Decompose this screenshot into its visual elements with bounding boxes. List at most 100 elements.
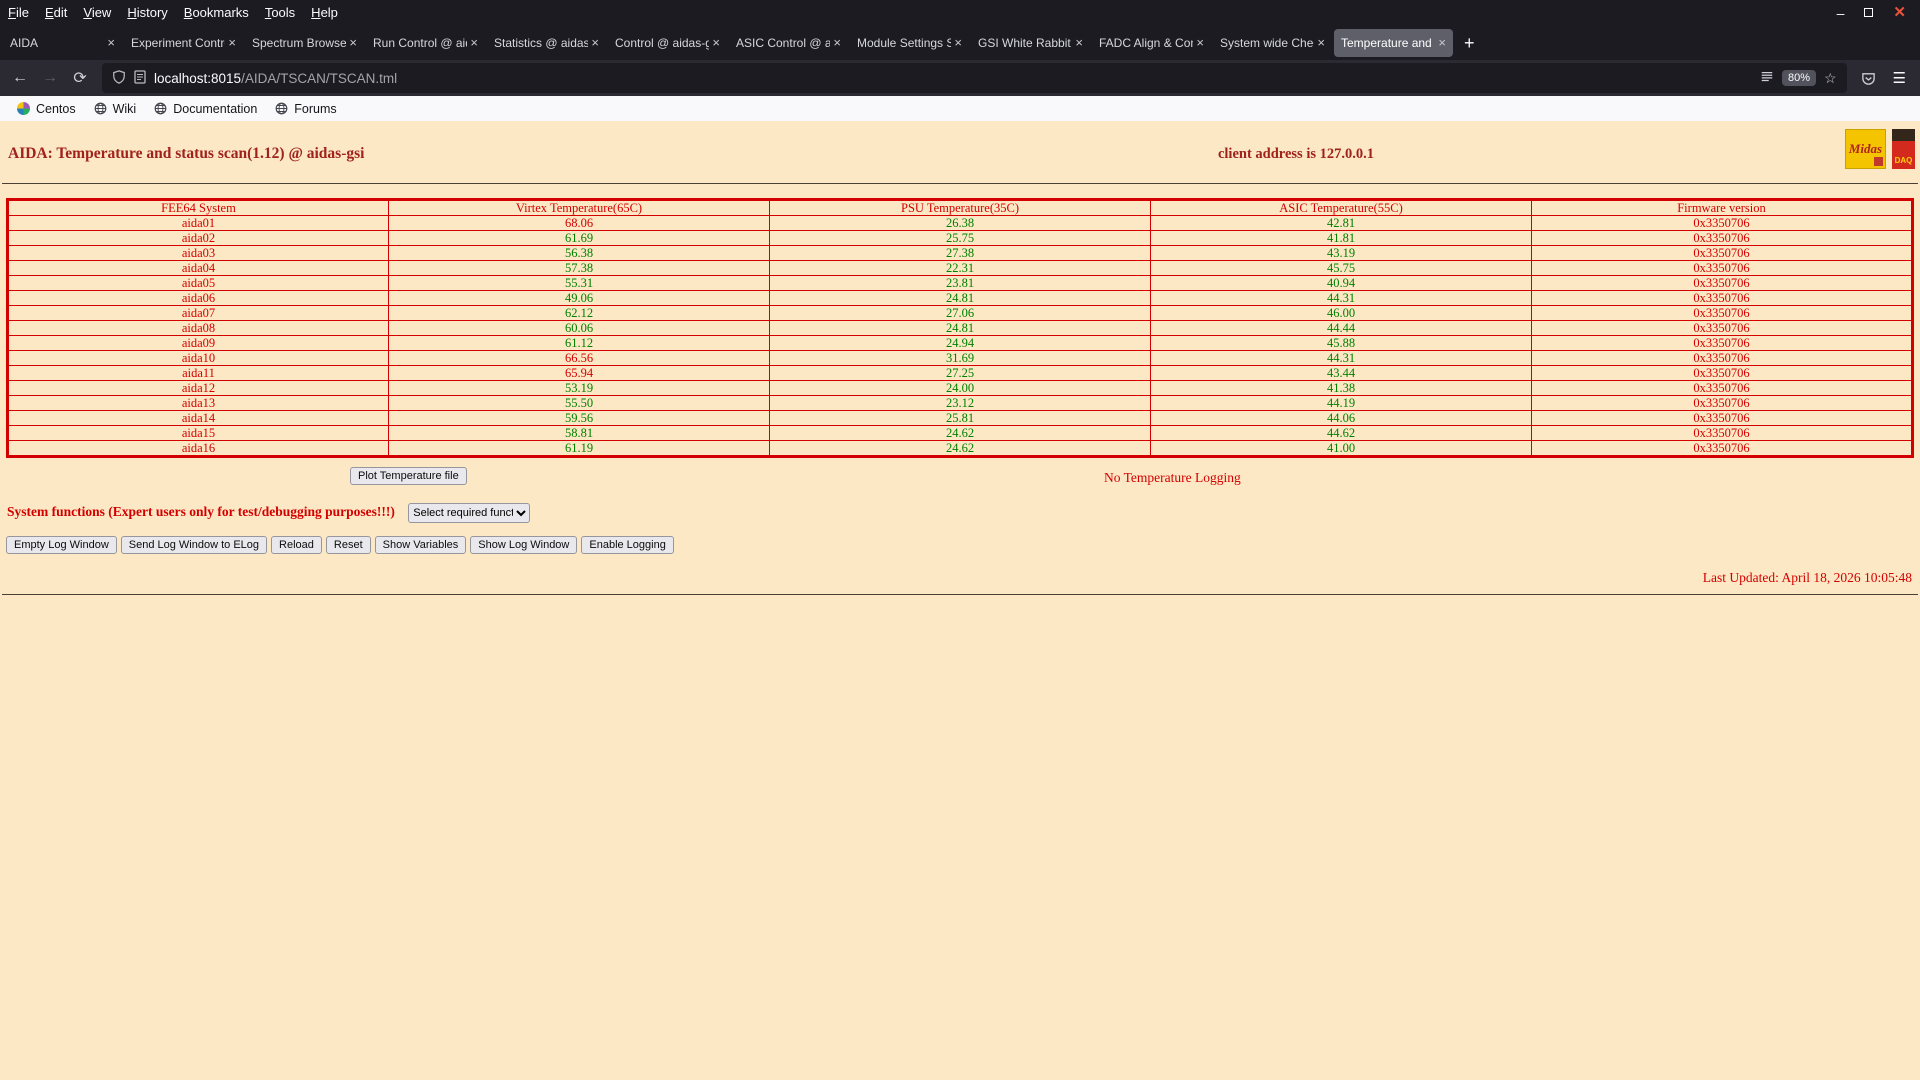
plot-temperature-file-button[interactable]: Plot Temperature file (350, 467, 467, 485)
action-buttons: Empty Log Window Send Log Window to ELog R… (6, 536, 1920, 554)
reload-button[interactable]: Reload (271, 536, 322, 554)
tab-label: Spectrum Browser (252, 35, 347, 50)
tab-label: Statistics @ aidas (494, 35, 589, 50)
forward-button[interactable]: → (36, 64, 64, 92)
globe-icon (275, 102, 288, 115)
tab-close-icon[interactable]: × (349, 35, 357, 50)
empty-log-window-button[interactable]: Empty Log Window (6, 536, 117, 554)
menu-view[interactable]: View (75, 5, 119, 20)
midas-logo: Midas (1845, 129, 1886, 169)
menu-edit[interactable]: Edit (37, 5, 75, 20)
tab-gsi-white-rabbit-t[interactable]: GSI White Rabbit T × (971, 29, 1090, 57)
table-row: aida15 58.81 24.62 44.62 0x3350706 (7, 425, 1913, 441)
asic-temperature: 43.19 (1150, 245, 1532, 261)
tab-spectrum-browser[interactable]: Spectrum Browser × (245, 29, 364, 57)
asic-temperature: 41.38 (1150, 380, 1532, 396)
menu-file[interactable]: File (0, 5, 37, 20)
virtex-temperature: 56.38 (388, 245, 770, 261)
menu-history[interactable]: History (119, 5, 175, 20)
hamburger-menu-icon[interactable]: ☰ (1885, 69, 1914, 87)
show-variables-button[interactable]: Show Variables (374, 536, 467, 554)
url-bar[interactable]: localhost:8015/AIDA/TSCAN/TSCAN.tml 80% … (102, 63, 1847, 93)
tab-close-icon[interactable]: × (1317, 35, 1325, 50)
table-row: aida16 61.19 24.62 41.00 0x3350706 (7, 440, 1913, 457)
enable-logging-button[interactable]: Enable Logging (581, 536, 674, 554)
tab-label: Run Control @ aid (373, 35, 468, 50)
back-button[interactable]: ← (6, 64, 34, 92)
page-content: AIDA: Temperature and status scan(1.12) … (0, 121, 1920, 595)
firmware-version: 0x3350706 (1531, 365, 1913, 381)
reload-button[interactable]: ⟳ (66, 64, 94, 92)
bookmark-label: Centos (36, 101, 76, 116)
send-log-window-to-elog-button[interactable]: Send Log Window to ELog (120, 536, 268, 554)
firmware-version: 0x3350706 (1531, 260, 1913, 276)
tab-experiment-contro[interactable]: Experiment Contro × (124, 29, 243, 57)
firmware-version: 0x3350706 (1531, 305, 1913, 321)
tab-asic-control-ai[interactable]: ASIC Control @ ai × (729, 29, 848, 57)
tab-label: GSI White Rabbit T (978, 35, 1073, 50)
bookmark-label: Forums (294, 101, 337, 116)
show-log-window-button[interactable]: Show Log Window (470, 536, 578, 554)
new-tab-button[interactable]: + (1454, 34, 1485, 52)
menu-bookmarks[interactable]: Bookmarks (176, 5, 257, 20)
fee64-name: aida02 (7, 230, 389, 246)
table-row: aida14 59.56 25.81 44.06 0x3350706 (7, 410, 1913, 426)
fee64-name: aida10 (7, 350, 389, 366)
tab-aida[interactable]: AIDA × (3, 29, 122, 57)
reader-mode-icon[interactable] (1760, 70, 1774, 87)
logging-status: No Temperature Logging (1104, 470, 1241, 485)
tab-close-icon[interactable]: × (470, 35, 478, 50)
page-title: AIDA: Temperature and status scan(1.12) … (8, 145, 365, 162)
tab-close-icon[interactable]: × (1196, 35, 1204, 50)
maximize-button[interactable] (1864, 8, 1874, 17)
column-header-fee64-system: FEE64 System (7, 199, 389, 216)
bookmark-star-icon[interactable]: ☆ (1824, 70, 1837, 87)
tab-close-icon[interactable]: × (107, 35, 115, 50)
tab-control-aidas-g[interactable]: Control @ aidas-g × (608, 29, 727, 57)
browser-window: File Edit View History Bookmarks Tools Help – … (0, 0, 1920, 595)
system-function-select[interactable]: Select required function (408, 503, 531, 523)
column-header-psu-temperature-35c: PSU Temperature(35C) (769, 199, 1151, 216)
tab-statistics-aidas[interactable]: Statistics @ aidas × (487, 29, 606, 57)
bookmark-centos[interactable]: Centos (8, 96, 85, 121)
psu-temperature: 25.81 (769, 410, 1151, 426)
asic-temperature: 45.75 (1150, 260, 1532, 276)
shield-icon[interactable] (112, 69, 126, 87)
virtex-temperature: 60.06 (388, 320, 770, 336)
tab-close-icon[interactable]: × (954, 35, 962, 50)
tab-system-wide-chec[interactable]: System wide Chec × (1213, 29, 1332, 57)
table-subrow: Plot Temperature file No Temperature Log… (0, 467, 1920, 491)
menu-tools[interactable]: Tools (257, 5, 303, 20)
bookmark-wiki[interactable]: Wiki (85, 96, 146, 121)
tab-close-icon[interactable]: × (712, 35, 720, 50)
tab-close-icon[interactable]: × (228, 35, 236, 50)
page-info-icon[interactable] (134, 69, 146, 87)
bookmark-documentation[interactable]: Documentation (145, 96, 266, 121)
asic-temperature: 44.06 (1150, 410, 1532, 426)
fee64-name: aida16 (7, 440, 389, 457)
close-button[interactable]: ✕ (1893, 5, 1906, 20)
menu-help[interactable]: Help (303, 5, 346, 20)
virtex-temperature: 49.06 (388, 290, 770, 306)
tab-temperature-and-s[interactable]: Temperature and s × (1334, 28, 1453, 57)
minimize-button[interactable]: – (1837, 6, 1845, 20)
tab-close-icon[interactable]: × (1075, 35, 1083, 50)
reset-button[interactable]: Reset (325, 536, 371, 554)
tab-module-settings-s[interactable]: Module Settings S × (850, 29, 969, 57)
tab-close-icon[interactable]: × (1438, 35, 1446, 50)
firmware-version: 0x3350706 (1531, 275, 1913, 291)
table-row: aida02 61.69 25.75 41.81 0x3350706 (7, 230, 1913, 246)
firmware-version: 0x3350706 (1531, 230, 1913, 246)
bookmark-forums[interactable]: Forums (266, 96, 345, 121)
table-row: aida11 65.94 27.25 43.44 0x3350706 (7, 365, 1913, 381)
tab-run-control-aid[interactable]: Run Control @ aid × (366, 29, 485, 57)
tab-close-icon[interactable]: × (833, 35, 841, 50)
zoom-level-button[interactable]: 80% (1781, 70, 1816, 86)
globe-icon (154, 102, 167, 115)
save-to-pocket-icon[interactable] (1855, 64, 1883, 92)
tab-fadc-align-cont[interactable]: FADC Align & Cont × (1092, 29, 1211, 57)
fee64-name: aida11 (7, 365, 389, 381)
globe-icon (94, 102, 107, 115)
asic-temperature: 46.00 (1150, 305, 1532, 321)
tab-close-icon[interactable]: × (591, 35, 599, 50)
